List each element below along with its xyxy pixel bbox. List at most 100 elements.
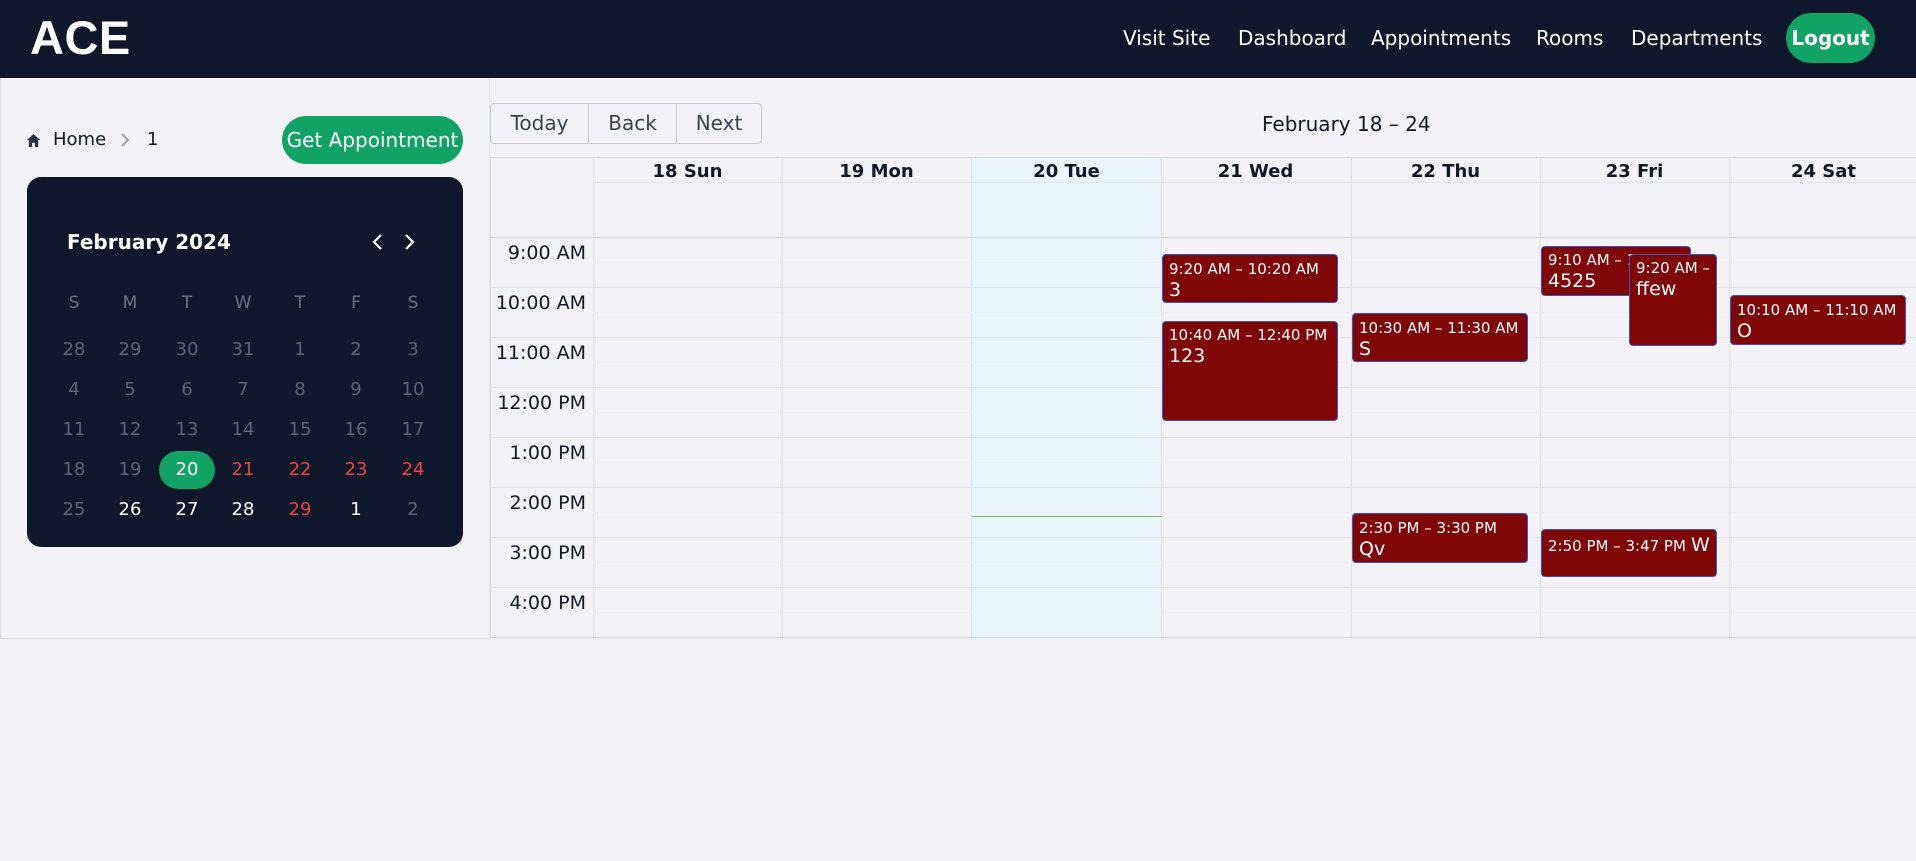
mini-day[interactable]: 17 xyxy=(385,411,441,449)
chevron-left-icon[interactable] xyxy=(368,232,388,252)
appointment-event[interactable]: 10:30 AM – 11:30 AM S xyxy=(1352,313,1528,362)
mini-day[interactable]: 2 xyxy=(385,491,441,529)
event-title: W xyxy=(1691,534,1710,556)
mini-day[interactable]: 5 xyxy=(102,371,158,409)
appointment-event[interactable]: 10:10 AM – 11:10 AM O xyxy=(1730,295,1906,345)
event-time: 9:20 AM – 10:20 AM xyxy=(1169,260,1319,278)
mini-day[interactable]: 10 xyxy=(385,371,441,409)
mini-day[interactable]: 14 xyxy=(215,411,271,449)
event-title: S xyxy=(1359,338,1372,360)
mini-day[interactable]: 18 xyxy=(46,451,102,489)
current-time-indicator xyxy=(972,516,1161,517)
weekday-label: S xyxy=(68,293,80,313)
event-title: 3 xyxy=(1169,279,1182,301)
day-header-sat[interactable]: 24 Sat xyxy=(1729,160,1916,184)
mini-day[interactable]: 13 xyxy=(159,411,215,449)
mini-day[interactable]: 3 xyxy=(385,331,441,369)
event-time: 9:20 AM – xyxy=(1636,259,1710,277)
mini-day[interactable]: 21 xyxy=(215,451,271,489)
mini-day[interactable]: 16 xyxy=(328,411,384,449)
home-icon[interactable] xyxy=(26,133,41,148)
top-navbar: ACE Visit Site Dashboard Appointments Ro… xyxy=(0,0,1916,78)
mini-day[interactable]: 22 xyxy=(272,451,328,489)
nav-dashboard[interactable]: Dashboard xyxy=(1238,24,1347,52)
event-time: 10:40 AM – 12:40 PM xyxy=(1169,326,1328,344)
mini-day[interactable]: 29 xyxy=(102,331,158,369)
grid-line xyxy=(593,562,1916,563)
day-header-wed[interactable]: 21 Wed xyxy=(1161,160,1350,184)
mini-day[interactable]: 6 xyxy=(159,371,215,409)
event-title: 123 xyxy=(1169,345,1206,367)
mini-day[interactable]: 28 xyxy=(215,491,271,529)
mini-day[interactable]: 12 xyxy=(102,411,158,449)
nav-rooms[interactable]: Rooms xyxy=(1536,24,1603,52)
mini-day[interactable]: 1 xyxy=(272,331,328,369)
weekday-label: T xyxy=(294,293,306,313)
chevron-right-icon[interactable] xyxy=(399,232,419,252)
breadcrumb-home[interactable]: Home xyxy=(53,128,106,152)
mini-day[interactable]: 27 xyxy=(159,491,215,529)
today-button[interactable]: Today xyxy=(490,103,589,144)
event-time: 2:50 PM – 3:47 PM xyxy=(1548,537,1686,555)
appointment-event[interactable]: 2:50 PM – 3:47 PM W xyxy=(1541,529,1717,577)
grid-line xyxy=(782,157,783,639)
mini-day[interactable]: 8 xyxy=(272,371,328,409)
logout-button[interactable]: Logout xyxy=(1786,13,1875,63)
get-appointment-button[interactable]: Get Appointment xyxy=(282,116,463,164)
grid-line xyxy=(490,637,1916,638)
day-header-tue[interactable]: 20 Tue xyxy=(972,160,1161,184)
chevron-right-icon xyxy=(121,133,130,147)
mini-day[interactable]: 2 xyxy=(328,331,384,369)
nav-appointments[interactable]: Appointments xyxy=(1371,24,1511,52)
nav-departments[interactable]: Departments xyxy=(1631,24,1762,52)
nav-visit-site[interactable]: Visit Site xyxy=(1123,24,1210,52)
day-header-sun[interactable]: 18 Sun xyxy=(593,160,782,184)
day-header-mon[interactable]: 19 Mon xyxy=(782,160,971,184)
mini-day[interactable]: 9 xyxy=(328,371,384,409)
time-label: 9:00 AM xyxy=(507,242,586,264)
weekday-label: S xyxy=(407,293,419,313)
appointment-event[interactable]: 9:20 AM – ffew xyxy=(1629,254,1717,346)
day-header-fri[interactable]: 23 Fri xyxy=(1540,160,1729,184)
mini-day[interactable]: 24 xyxy=(385,451,441,489)
mini-day[interactable]: 29 xyxy=(272,491,328,529)
mini-day[interactable]: 15 xyxy=(272,411,328,449)
mini-day[interactable]: 1 xyxy=(328,491,384,529)
mini-day[interactable]: 23 xyxy=(328,451,384,489)
today-column-highlight xyxy=(972,158,1161,639)
time-label: 12:00 PM xyxy=(497,392,586,414)
back-button[interactable]: Back xyxy=(588,103,677,144)
mini-day[interactable]: 19 xyxy=(102,451,158,489)
mini-calendar: February 2024 S M T W T F S 28 29 30 31 … xyxy=(27,177,463,547)
appointment-event[interactable]: 2:30 PM – 3:30 PM Qv xyxy=(1352,513,1528,563)
grid-line xyxy=(1729,157,1730,639)
weekday-label: W xyxy=(234,293,252,313)
grid-line xyxy=(490,237,1916,238)
mini-day[interactable]: 4 xyxy=(46,371,102,409)
mini-day[interactable]: 31 xyxy=(215,331,271,369)
grid-line xyxy=(593,612,1916,613)
appointment-event[interactable]: 10:40 AM – 12:40 PM 123 xyxy=(1162,321,1338,421)
day-header-thu[interactable]: 22 Thu xyxy=(1351,160,1540,184)
mini-day[interactable]: 7 xyxy=(215,371,271,409)
mini-day-selected[interactable]: 20 xyxy=(159,451,215,489)
next-button[interactable]: Next xyxy=(676,103,762,144)
mini-day[interactable]: 28 xyxy=(46,331,102,369)
mini-day[interactable]: 26 xyxy=(102,491,158,529)
time-label: 4:00 PM xyxy=(509,592,586,614)
time-label: 2:00 PM xyxy=(509,492,586,514)
grid-line xyxy=(593,512,1916,513)
time-label: 11:00 AM xyxy=(495,342,586,364)
grid-line xyxy=(490,587,1916,588)
brand-logo[interactable]: ACE xyxy=(30,10,131,66)
mini-day[interactable]: 30 xyxy=(159,331,215,369)
mini-day[interactable]: 25 xyxy=(46,491,102,529)
mini-day[interactable]: 11 xyxy=(46,411,102,449)
grid-line xyxy=(971,157,972,639)
event-time: 2:30 PM – 3:30 PM xyxy=(1359,519,1497,537)
event-title: O xyxy=(1737,320,1752,342)
grid-line xyxy=(490,437,1916,438)
appointment-event[interactable]: 9:20 AM – 10:20 AM 3 xyxy=(1162,254,1338,303)
weekday-label: F xyxy=(351,293,361,313)
date-range-label: February 18 – 24 xyxy=(1262,112,1431,136)
